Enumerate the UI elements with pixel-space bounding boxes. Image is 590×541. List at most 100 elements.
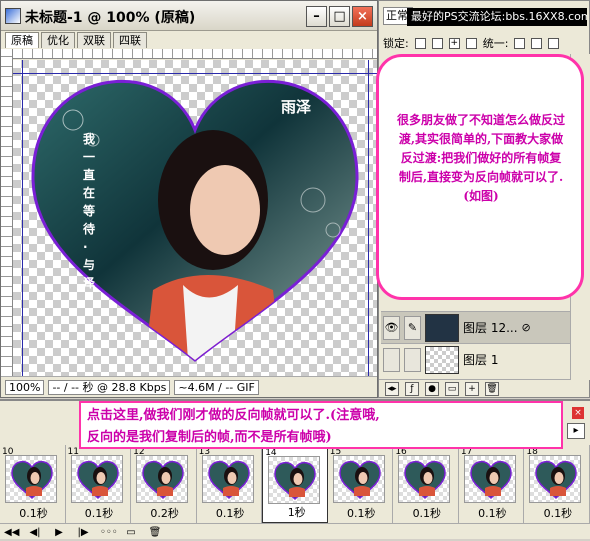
trash-icon[interactable]: 🗑 — [485, 382, 499, 396]
heart-thumbnail — [76, 461, 119, 500]
animation-controls: ◀◀ ◀| ▶ |▶ ◦◦◦ ▭ 🗑 — [0, 523, 590, 541]
frame-thumbnail — [268, 456, 321, 504]
frame-delay[interactable]: 0.1秒 — [328, 505, 395, 521]
frame-thumbnail — [5, 455, 57, 503]
watermark-banner: 最好的PS交流论坛:bbs.16XX8.com — [407, 8, 587, 26]
frame-delay[interactable]: 0.2秒 — [131, 505, 198, 521]
document-title: 未标题-1 @ 100% (原稿) — [25, 10, 196, 26]
frame-thumbnail — [398, 455, 451, 503]
animation-frame[interactable]: 11 0.1秒 — [66, 445, 132, 523]
vertical-caption: 我一直在等待·与泽 — [83, 132, 96, 290]
animation-panel: 10 0.1秒 11 0.1秒 12 0.2秒 13 0.1秒 14 1秒 15 0.1秒 16 0.1秒… — [0, 399, 590, 539]
eye-icon[interactable]: 👁 — [383, 315, 400, 340]
tab-optimized[interactable]: 优化 — [41, 32, 75, 48]
unify-visibility-icon[interactable] — [531, 37, 543, 49]
maximize-button[interactable]: □ — [329, 6, 350, 27]
download-time[interactable]: -- / -- 秒 @ 28.8 Kbps — [48, 379, 171, 395]
animation-frame[interactable]: 16 0.1秒 — [393, 445, 459, 523]
frame-delay[interactable]: 0.1秒 — [459, 505, 526, 521]
first-frame-icon[interactable]: ◀◀ — [4, 527, 19, 539]
animation-frame[interactable]: 10 0.1秒 — [0, 445, 66, 523]
lock-transparency-icon[interactable] — [414, 37, 426, 49]
trash-icon[interactable]: 🗑 — [148, 527, 162, 539]
minimize-button[interactable]: – — [306, 6, 327, 27]
layer-thumbnail — [425, 345, 459, 374]
lock-row: 锁定: + 统一: — [383, 35, 589, 51]
layer-row[interactable]: 图层 1 — [381, 343, 573, 375]
lock-label: 锁定: — [383, 37, 409, 50]
lock-pixels-icon[interactable] — [431, 37, 443, 49]
frame-delay[interactable]: 0.1秒 — [0, 505, 67, 521]
note-line: 点击这里,做我们刚才做的反向帧就可以了.(注意哦, — [87, 408, 380, 423]
lock-position-icon[interactable]: + — [448, 37, 460, 49]
unify-position-icon[interactable] — [514, 37, 526, 49]
frame-delay[interactable]: 0.1秒 — [524, 505, 590, 521]
layer-thumbnail — [425, 313, 459, 342]
eye-icon[interactable] — [383, 347, 400, 372]
unify-style-icon[interactable] — [548, 37, 560, 49]
heart-thumbnail — [404, 461, 447, 500]
mask-icon[interactable]: ● — [425, 382, 439, 396]
brush-icon: ✎ — [404, 315, 421, 340]
close-icon[interactable]: × — [572, 407, 584, 419]
link-icon[interactable]: ◂▸ — [385, 382, 399, 396]
heart-thumbnail — [470, 461, 512, 500]
tab-2up[interactable]: 双联 — [77, 32, 111, 48]
frame-delay[interactable]: 0.1秒 — [66, 505, 133, 521]
vertical-ruler[interactable] — [1, 49, 13, 376]
new-layer-icon[interactable]: + — [465, 382, 479, 396]
new-set-icon[interactable]: ▭ — [445, 382, 459, 396]
tab-original[interactable]: 原稿 — [5, 32, 39, 48]
heart-thumbnail — [535, 461, 578, 500]
close-button[interactable]: × — [352, 6, 373, 27]
heart-thumbnail — [142, 461, 184, 500]
layer-name[interactable]: 图层 12... — [463, 319, 518, 336]
heart-thumbnail — [207, 461, 250, 500]
tab-4up[interactable]: 四联 — [113, 32, 147, 48]
frame-thumbnail — [136, 455, 189, 503]
frame-thumbnail — [70, 455, 123, 503]
heart-photo — [31, 79, 359, 362]
heart-thumbnail — [339, 461, 381, 500]
panel-menu-button[interactable]: ▸ — [567, 423, 585, 439]
tween-icon[interactable]: ◦◦◦ — [100, 527, 118, 539]
view-tabs: 原稿 优化 双联 四联 — [1, 32, 377, 49]
animation-frame[interactable]: 12 0.2秒 — [131, 445, 197, 523]
animation-frame[interactable]: 17 0.1秒 — [459, 445, 525, 523]
frame-thumbnail — [332, 455, 385, 503]
frame-thumbnail — [529, 455, 582, 503]
layer-style-icon[interactable]: ƒ — [405, 382, 419, 396]
animation-frame[interactable]: 13 0.1秒 — [197, 445, 263, 523]
instruction-note-bottom: 点击这里,做我们刚才做的反向帧就可以了.(注意哦, 反向的是我们复制后的帧,而不… — [79, 401, 563, 449]
animation-frame[interactable]: 14 1秒 — [262, 445, 328, 523]
heart-thumbnail — [274, 462, 316, 501]
unify-label: 统一: — [482, 37, 509, 50]
layer-effect-icon[interactable]: ⊘ — [522, 321, 531, 334]
horizontal-ruler[interactable] — [13, 49, 377, 59]
layers-toolbar: ◂▸ ƒ ● ▭ + 🗑 — [379, 379, 589, 398]
animation-frame[interactable]: 18 0.1秒 — [524, 445, 590, 523]
layer-name[interactable]: 图层 1 — [463, 351, 498, 368]
document-window: 未标题-1 @ 100% (原稿) – □ × 原稿 优化 双联 四联 我一直在… — [0, 0, 378, 398]
layer-row[interactable]: 👁 ✎ 图层 12... ⊘ — [381, 311, 573, 343]
frame-delay[interactable]: 0.1秒 — [197, 505, 264, 521]
previous-frame-icon[interactable]: ◀| — [28, 527, 42, 539]
play-icon[interactable]: ▶ — [52, 527, 66, 539]
file-format-info[interactable]: ~4.6M / -- GIF — [174, 379, 259, 395]
frame-delay[interactable]: 0.1秒 — [393, 505, 460, 521]
next-frame-icon[interactable]: |▶ — [76, 527, 90, 539]
note-line: 反向的是我们复制后的帧,而不是所有帧哦) — [87, 430, 332, 445]
frame-thumbnail — [201, 455, 254, 503]
frame-delay[interactable]: 1秒 — [263, 504, 330, 520]
duplicate-frame-icon[interactable]: ▭ — [124, 527, 138, 539]
brush-icon — [404, 347, 421, 372]
frame-strip: 10 0.1秒 11 0.1秒 12 0.2秒 13 0.1秒 14 1秒 15 0.1秒 16 0.1秒… — [0, 445, 590, 523]
animation-frame[interactable]: 15 0.1秒 — [328, 445, 394, 523]
frame-thumbnail — [463, 455, 516, 503]
photoshop-document-icon — [5, 8, 21, 24]
signature-text: 雨泽 — [281, 98, 312, 116]
lock-all-icon[interactable] — [465, 37, 477, 49]
zoom-level[interactable]: 100% — [5, 379, 45, 395]
document-canvas[interactable]: 我一直在等待·与泽 雨泽 — [13, 60, 377, 376]
document-titlebar[interactable]: 未标题-1 @ 100% (原稿) – □ × — [1, 1, 377, 31]
